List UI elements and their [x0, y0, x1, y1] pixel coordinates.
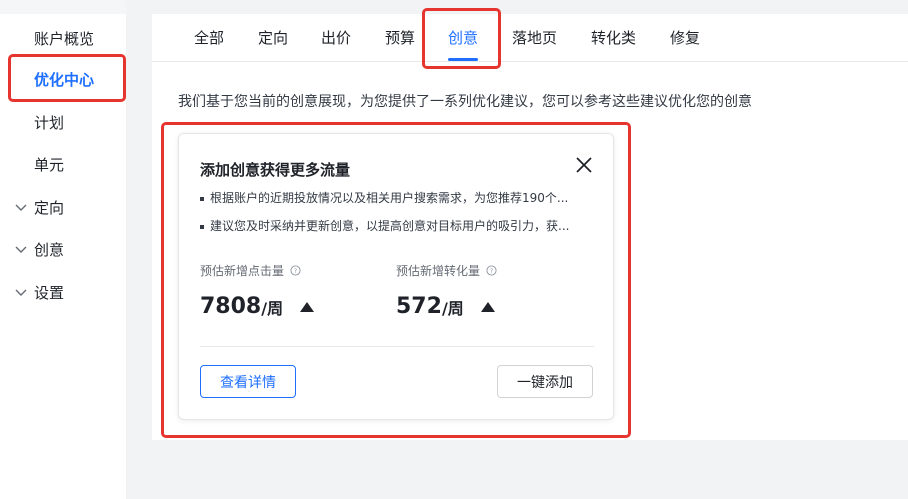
svg-text:?: ? [294, 267, 297, 275]
sidebar-item-unit[interactable]: 单元 [0, 148, 126, 180]
sidebar-item-creative[interactable]: 创意 [0, 233, 126, 265]
chevron-down-icon [15, 246, 27, 253]
tab-targeting[interactable]: 定向 [258, 27, 288, 48]
metric-number: 572 [396, 294, 442, 319]
sidebar-item-optimization-center[interactable]: 优化中心 [0, 63, 126, 95]
sidebar-item-plan[interactable]: 计划 [0, 106, 126, 138]
sidebar-item-label: 账户概览 [34, 29, 95, 48]
up-triangle-icon [480, 301, 495, 312]
up-triangle-icon [300, 301, 315, 312]
sidebar-item-label: 定向 [34, 198, 65, 217]
metric-number: 7808 [200, 294, 262, 319]
card-divider [200, 346, 594, 347]
close-icon[interactable] [575, 156, 593, 174]
view-details-button[interactable]: 查看详情 [200, 365, 296, 398]
chevron-down-icon [15, 204, 27, 211]
suggestion-bullet: 建议您及时采纳并更新创意，以提高创意对目标用户的吸引力，获... [200, 217, 595, 234]
tab-budget[interactable]: 预算 [385, 27, 415, 48]
tab-bar: 全部 定向 出价 预算 创意 落地页 转化类 修复 [152, 14, 908, 62]
metric-label-clicks: 预估新增点击量 ? [200, 262, 301, 279]
bullet-dot [200, 224, 204, 229]
sidebar-item-settings[interactable]: 设置 [0, 276, 126, 308]
bullet-text: 根据账户的近期投放情况以及相关用户搜索需求，为您推荐190个... [210, 191, 569, 205]
chevron-down-icon [15, 289, 27, 296]
suggestion-bullet: 根据账户的近期投放情况以及相关用户搜索需求，为您推荐190个... [200, 189, 595, 206]
active-tab-indicator [448, 58, 478, 61]
metric-value-conversions: 572/周 [396, 294, 496, 319]
metric-label-text: 预估新增转化量 [396, 264, 481, 278]
metric-unit: /周 [261, 298, 284, 318]
suggestion-card: 添加创意获得更多流量 根据账户的近期投放情况以及相关用户搜索需求，为您推荐190… [178, 133, 614, 420]
tab-all[interactable]: 全部 [194, 27, 224, 48]
page-description: 我们基于您当前的创意展现，为您提供了一系列优化建议，您可以参考这些建议优化您的创… [178, 94, 752, 110]
metric-label-text: 预估新增点击量 [200, 264, 285, 278]
sidebar-item-label: 设置 [34, 283, 65, 302]
metric-label-conversions: 预估新增转化量 ? [396, 262, 497, 279]
metric-unit: /周 [441, 298, 464, 318]
tab-conversion[interactable]: 转化类 [591, 27, 636, 48]
one-click-add-button[interactable]: 一键添加 [497, 365, 593, 398]
sidebar-item-label: 创意 [34, 240, 65, 259]
help-icon[interactable]: ? [290, 265, 301, 276]
metric-value-clicks: 7808/周 [200, 294, 315, 319]
help-icon[interactable]: ? [486, 265, 497, 276]
main-panel: 全部 定向 出价 预算 创意 落地页 转化类 修复 我们基于您当前的创意展现，为… [152, 14, 908, 440]
sidebar-item-label: 计划 [34, 113, 65, 132]
tab-creative[interactable]: 创意 [448, 27, 478, 48]
bullet-text: 建议您及时采纳并更新创意，以提高创意对目标用户的吸引力，获... [210, 219, 570, 233]
bullet-dot [200, 196, 204, 201]
tab-landing-page[interactable]: 落地页 [512, 27, 557, 48]
sidebar-item-account-overview[interactable]: 账户概览 [0, 22, 126, 54]
sidebar: 账户概览 优化中心 计划 单元 定向 创意 设置 [0, 0, 126, 499]
sidebar-item-targeting[interactable]: 定向 [0, 191, 126, 223]
svg-text:?: ? [490, 267, 493, 275]
sidebar-item-label: 单元 [34, 155, 65, 174]
tab-bid[interactable]: 出价 [321, 27, 351, 48]
sidebar-item-label: 优化中心 [34, 70, 95, 89]
tab-repair[interactable]: 修复 [670, 27, 700, 48]
card-title: 添加创意获得更多流量 [200, 161, 351, 179]
